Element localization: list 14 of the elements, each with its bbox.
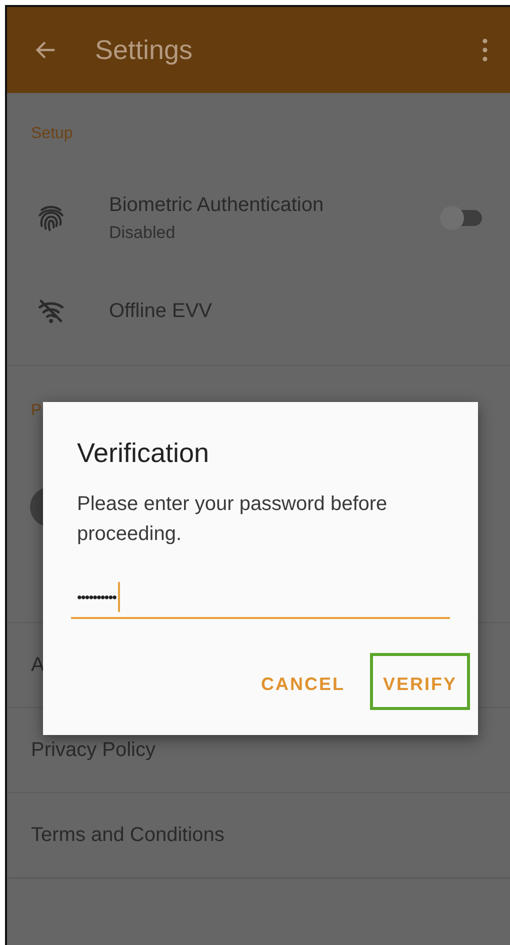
verify-button[interactable]: VERIFY	[370, 653, 470, 710]
dialog-message: Please enter your password before proceeding.	[77, 492, 388, 547]
dialog-title: Verification	[77, 438, 210, 469]
settings-item[interactable]: A	[31, 654, 44, 676]
settings-item[interactable]: Privacy Policy	[31, 738, 156, 762]
setting-label[interactable]: Biometric Authentication	[109, 194, 444, 216]
screen-title: Settings	[95, 34, 194, 66]
section-header: P	[31, 402, 42, 420]
section-header: Setup	[31, 125, 73, 143]
settings-item[interactable]: Terms and Conditions	[31, 824, 224, 846]
more-options-icon[interactable]	[482, 38, 488, 62]
setting-label[interactable]: Offline EVV	[109, 300, 482, 322]
cancel-button[interactable]: CANCEL	[248, 653, 358, 710]
password-field[interactable]: ••••••••••	[71, 577, 450, 619]
